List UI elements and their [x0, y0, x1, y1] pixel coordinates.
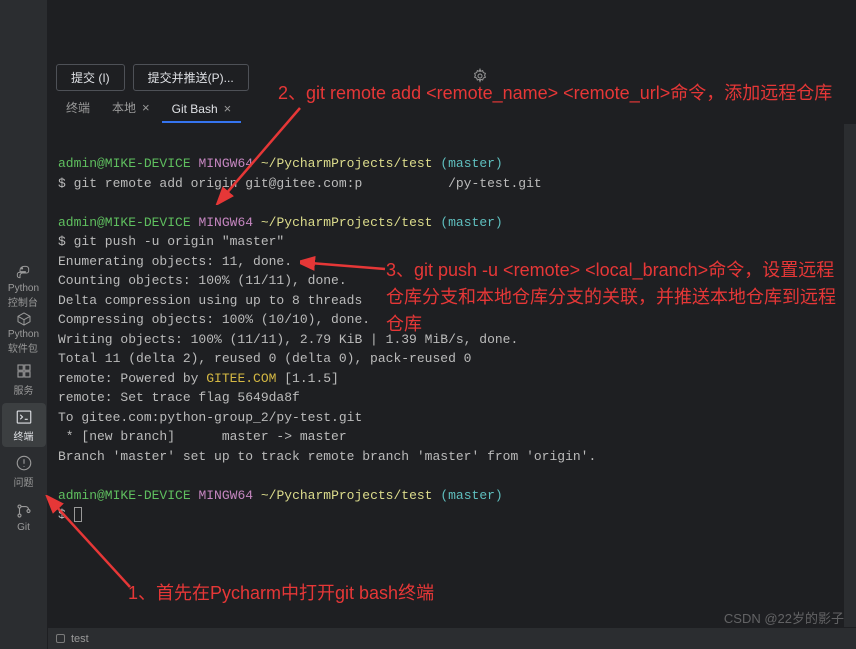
- output-line: remote: Set trace flag 5649da8f: [58, 388, 846, 408]
- activity-label: Python控制台: [8, 283, 39, 309]
- main-area: 提交 (I) 提交并推送(P)... 终端 本地 × Git Bash × ad…: [48, 0, 856, 649]
- output-line: Total 11 (delta 2), reused 0 (delta 0), …: [58, 349, 846, 369]
- tab-terminal[interactable]: 终端: [56, 94, 100, 123]
- activity-git[interactable]: Git: [2, 495, 46, 539]
- activity-label: Python软件包: [8, 329, 39, 355]
- problems-icon: [15, 454, 33, 472]
- scrollbar[interactable]: [844, 124, 856, 627]
- output-line: Counting objects: 100% (11/11), done.: [58, 271, 846, 291]
- terminal-tabs: 终端 本地 × Git Bash ×: [48, 96, 856, 124]
- gear-icon: [472, 68, 488, 84]
- activity-label: 服务: [14, 382, 34, 397]
- python-icon: [15, 265, 33, 281]
- status-icon: [56, 634, 65, 643]
- activity-python-packages[interactable]: Python软件包: [2, 311, 46, 355]
- commit-button[interactable]: 提交 (I): [56, 64, 125, 91]
- tab-local[interactable]: 本地 ×: [102, 94, 160, 123]
- prompt-line: admin@MIKE-DEVICE MINGW64 ~/PycharmProje…: [58, 154, 846, 174]
- services-icon: [15, 362, 33, 380]
- output-line: remote: Powered by GITEE.COM [1.1.5]: [58, 369, 846, 389]
- prompt-line: admin@MIKE-DEVICE MINGW64 ~/PycharmProje…: [58, 213, 846, 233]
- activity-problems[interactable]: 问题: [2, 449, 46, 493]
- output-line: Compressing objects: 100% (10/10), done.: [58, 310, 846, 330]
- git-icon: [15, 502, 33, 520]
- tab-label: 终端: [66, 99, 90, 116]
- output-line: Enumerating objects: 11, done.: [58, 252, 846, 272]
- settings-button[interactable]: [472, 68, 488, 87]
- output-line: * [new branch] master -> master: [58, 427, 846, 447]
- output-line: Writing objects: 100% (11/11), 2.79 KiB …: [58, 330, 846, 350]
- output-line: Delta compression using up to 8 threads: [58, 291, 846, 311]
- terminal-icon: [15, 408, 33, 426]
- prompt-line: admin@MIKE-DEVICE MINGW64 ~/PycharmProje…: [58, 486, 846, 506]
- watermark: CSDN @22岁的影子: [724, 608, 844, 627]
- activity-label: 问题: [14, 474, 34, 489]
- tab-git-bash[interactable]: Git Bash ×: [162, 96, 242, 123]
- package-icon: [15, 311, 33, 327]
- status-bar: test: [48, 627, 856, 649]
- close-icon[interactable]: ×: [224, 101, 232, 116]
- activity-services[interactable]: 服务: [2, 357, 46, 401]
- command-line: $: [58, 505, 846, 525]
- tab-label: Git Bash: [172, 102, 218, 116]
- tab-label: 本地: [112, 99, 136, 116]
- editor-area: [48, 0, 856, 58]
- command-line: $ git push -u origin "master": [58, 232, 846, 252]
- activity-python-console[interactable]: Python控制台: [2, 265, 46, 309]
- output-line: To gitee.com:python-group_2/py-test.git: [58, 408, 846, 428]
- commit-push-button[interactable]: 提交并推送(P)...: [133, 64, 249, 91]
- vcs-button-row: 提交 (I) 提交并推送(P)...: [48, 58, 856, 96]
- command-line: $ git remote add origin git@gitee.com:p …: [58, 174, 846, 194]
- terminal-cursor: [74, 507, 82, 522]
- activity-label: Git: [17, 522, 30, 533]
- project-name[interactable]: test: [71, 633, 89, 645]
- output-line: Branch 'master' set up to track remote b…: [58, 447, 846, 467]
- activity-terminal[interactable]: 终端: [2, 403, 46, 447]
- activity-label: 终端: [14, 428, 34, 443]
- close-icon[interactable]: ×: [142, 100, 150, 115]
- activity-bar: Python控制台 Python软件包 服务 终端 问题 Git: [0, 0, 48, 649]
- terminal-output[interactable]: admin@MIKE-DEVICE MINGW64 ~/PycharmProje…: [48, 124, 856, 627]
